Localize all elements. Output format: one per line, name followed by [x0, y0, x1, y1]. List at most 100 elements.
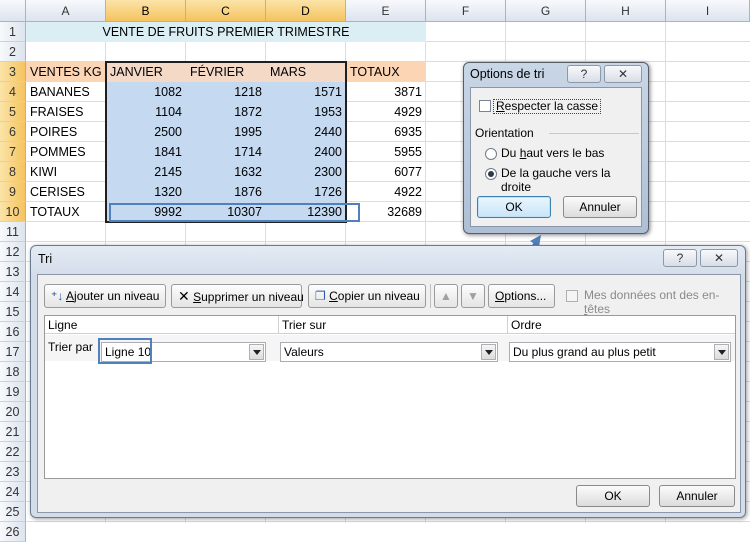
row-header-7[interactable]: 7 — [0, 142, 26, 162]
row-total[interactable]: 4922 — [346, 182, 426, 202]
column-header-e[interactable]: E — [346, 0, 426, 22]
radio-left-to-right[interactable] — [485, 168, 497, 180]
row-header-10[interactable]: 10 — [0, 202, 26, 222]
headers-checkbox-label[interactable]: Mes données ont des en-têtes — [584, 288, 740, 316]
row-header-24[interactable]: 24 — [0, 482, 26, 502]
column-header-a[interactable]: A — [26, 0, 106, 22]
row-header-2[interactable]: 2 — [0, 42, 26, 62]
fruit-name[interactable]: POMMES — [26, 142, 106, 162]
value-janvier[interactable]: 1104 — [106, 102, 186, 122]
sheet-title[interactable]: VENTE DE FRUITS PREMIER TRIMESTRE — [26, 22, 426, 42]
value-janvier[interactable]: 1082 — [106, 82, 186, 102]
value-janvier[interactable]: 1320 — [106, 182, 186, 202]
row-header-4[interactable]: 4 — [0, 82, 26, 102]
row-header-23[interactable]: 23 — [0, 462, 26, 482]
header-totaux[interactable]: TOTAUX — [346, 62, 426, 82]
order-select[interactable]: Du plus grand au plus petit — [509, 342, 731, 362]
headers-checkbox[interactable] — [566, 290, 578, 302]
options-ok-button[interactable]: OK — [477, 196, 551, 218]
options-close-button[interactable]: ✕ — [604, 65, 642, 83]
total-janvier[interactable]: 9992 — [106, 202, 186, 222]
row-header-5[interactable]: 5 — [0, 102, 26, 122]
row-header-3[interactable]: 3 — [0, 62, 26, 82]
row-total[interactable]: 3871 — [346, 82, 426, 102]
row-header-1[interactable]: 1 — [0, 22, 26, 42]
row-header-20[interactable]: 20 — [0, 402, 26, 422]
value-fevrier[interactable]: 1995 — [186, 122, 266, 142]
header-ventes-kg[interactable]: VENTES KG — [26, 62, 106, 82]
fruit-name[interactable]: CERISES — [26, 182, 106, 202]
value-mars[interactable]: 2440 — [266, 122, 346, 142]
move-up-button[interactable]: ▲ — [434, 284, 458, 308]
fruit-name[interactable]: FRAISES — [26, 102, 106, 122]
options-help-button[interactable]: ? — [567, 65, 601, 83]
value-janvier[interactable]: 2145 — [106, 162, 186, 182]
value-mars[interactable]: 2400 — [266, 142, 346, 162]
row-total[interactable]: 6077 — [346, 162, 426, 182]
column-header-f[interactable]: F — [426, 0, 506, 22]
value-mars[interactable]: 1726 — [266, 182, 346, 202]
radio-top-to-bottom[interactable] — [485, 148, 497, 160]
value-janvier[interactable]: 2500 — [106, 122, 186, 142]
row-header-12[interactable]: 12 — [0, 242, 26, 262]
grand-total[interactable]: 32689 — [346, 202, 426, 222]
totals-label[interactable]: TOTAUX — [26, 202, 106, 222]
value-fevrier[interactable]: 1714 — [186, 142, 266, 162]
add-level-button[interactable]: ⁺↓ Ajouter un niveau — [44, 284, 166, 308]
row-header-21[interactable]: 21 — [0, 422, 26, 442]
total-mars[interactable]: 12390 — [266, 202, 346, 222]
row-header-11[interactable]: 11 — [0, 222, 26, 242]
chevron-down-icon[interactable] — [249, 344, 264, 360]
column-header-g[interactable]: G — [506, 0, 586, 22]
sort-cancel-button[interactable]: Annuler — [659, 485, 735, 507]
column-header-c[interactable]: C — [186, 0, 266, 22]
delete-level-button[interactable]: ✕ Supprimer un niveau — [171, 284, 304, 308]
row-header-16[interactable]: 16 — [0, 322, 26, 342]
fruit-name[interactable]: POIRES — [26, 122, 106, 142]
sort-ok-button[interactable]: OK — [576, 485, 650, 507]
options-button[interactable]: Options... — [488, 284, 555, 308]
fruit-name[interactable]: KIWI — [26, 162, 106, 182]
row-header-8[interactable]: 8 — [0, 162, 26, 182]
row-header-15[interactable]: 15 — [0, 302, 26, 322]
row-header-14[interactable]: 14 — [0, 282, 26, 302]
value-mars[interactable]: 1953 — [266, 102, 346, 122]
row-total[interactable]: 5955 — [346, 142, 426, 162]
row-header-26[interactable]: 26 — [0, 522, 26, 542]
column-header-h[interactable]: H — [586, 0, 666, 22]
case-sensitive-checkbox[interactable] — [479, 100, 491, 112]
row-header-25[interactable]: 25 — [0, 502, 26, 522]
row-total[interactable]: 6935 — [346, 122, 426, 142]
value-fevrier[interactable]: 1218 — [186, 82, 266, 102]
chevron-down-icon[interactable] — [481, 344, 496, 360]
left-to-right-label[interactable]: De la gauche vers la droite — [501, 166, 641, 194]
header-mars[interactable]: MARS — [266, 62, 346, 82]
chevron-down-icon[interactable] — [714, 344, 729, 360]
row-header-6[interactable]: 6 — [0, 122, 26, 142]
value-mars[interactable]: 1571 — [266, 82, 346, 102]
options-cancel-button[interactable]: Annuler — [563, 196, 637, 218]
row-header-18[interactable]: 18 — [0, 362, 26, 382]
sort-help-button[interactable]: ? — [663, 249, 697, 267]
row-header-19[interactable]: 19 — [0, 382, 26, 402]
fruit-name[interactable]: BANANES — [26, 82, 106, 102]
move-down-button[interactable]: ▼ — [461, 284, 485, 308]
header-janvier[interactable]: JANVIER — [106, 62, 186, 82]
value-fevrier[interactable]: 1876 — [186, 182, 266, 202]
row-header-13[interactable]: 13 — [0, 262, 26, 282]
column-header-i[interactable]: I — [666, 0, 750, 22]
value-fevrier[interactable]: 1632 — [186, 162, 266, 182]
value-fevrier[interactable]: 1872 — [186, 102, 266, 122]
total-fevrier[interactable]: 10307 — [186, 202, 266, 222]
case-sensitive-label[interactable]: Respecter la casse — [493, 99, 602, 114]
row-header-17[interactable]: 17 — [0, 342, 26, 362]
copy-level-button[interactable]: ❐ Copier un niveau — [308, 284, 426, 308]
sort-close-button[interactable]: ✕ — [700, 249, 738, 267]
row-header-22[interactable]: 22 — [0, 442, 26, 462]
header-fevrier[interactable]: FÉVRIER — [186, 62, 266, 82]
value-janvier[interactable]: 1841 — [106, 142, 186, 162]
column-header-b[interactable]: B — [106, 0, 186, 22]
top-to-bottom-label[interactable]: Du haut vers le bas — [501, 146, 604, 160]
value-mars[interactable]: 2300 — [266, 162, 346, 182]
select-all-corner[interactable] — [0, 0, 26, 22]
